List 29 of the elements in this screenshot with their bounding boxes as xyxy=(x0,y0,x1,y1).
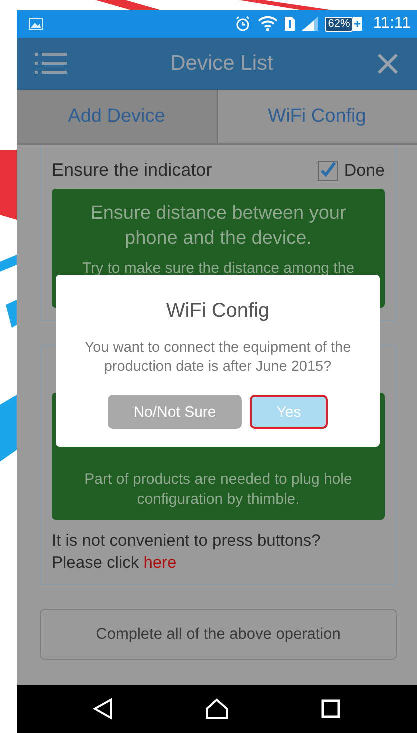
instruction-note: Part of products are needed to plug hole configuration by thimble. xyxy=(84,470,354,510)
help-text: It is not convenient to press buttons? Please click here xyxy=(52,531,322,574)
dialog-button[interactable]: Yes xyxy=(250,395,328,429)
image-icon xyxy=(29,18,43,30)
dialog-message: You want to connect the equipment of the production date is after June 2015? xyxy=(84,339,352,377)
charging-icon xyxy=(353,17,362,31)
tab[interactable]: Add Device xyxy=(17,90,218,143)
battery-indicator: 62% xyxy=(325,16,354,32)
decorative-stripe xyxy=(0,255,17,272)
tab[interactable]: WiFi Config xyxy=(218,90,417,143)
checkbox[interactable] xyxy=(318,160,338,180)
back-icon[interactable] xyxy=(93,698,113,720)
sim-card-icon xyxy=(285,17,296,31)
dialog-button[interactable]: No/Not Sure xyxy=(108,395,242,429)
here-link[interactable]: here xyxy=(144,554,177,572)
signal-icon xyxy=(302,17,318,31)
home-icon[interactable] xyxy=(205,698,229,720)
instruction-note: Try to make sure the distance among the xyxy=(81,259,356,279)
dialog-title: WiFi Config xyxy=(165,300,271,323)
complete-button[interactable]: Complete all of the above operation xyxy=(40,609,397,660)
wifi-icon xyxy=(258,16,278,32)
decorative-stripe xyxy=(0,150,17,220)
done-label: Done xyxy=(344,160,385,180)
step-title: Ensure the indicator xyxy=(52,160,214,181)
app-title: Device List xyxy=(170,52,274,76)
alarm-icon xyxy=(235,16,252,32)
status-time: 11:11 xyxy=(373,15,411,33)
recent-apps-icon[interactable] xyxy=(321,699,341,719)
instruction-heading: Ensure distance between your phone and the device. xyxy=(90,202,348,251)
